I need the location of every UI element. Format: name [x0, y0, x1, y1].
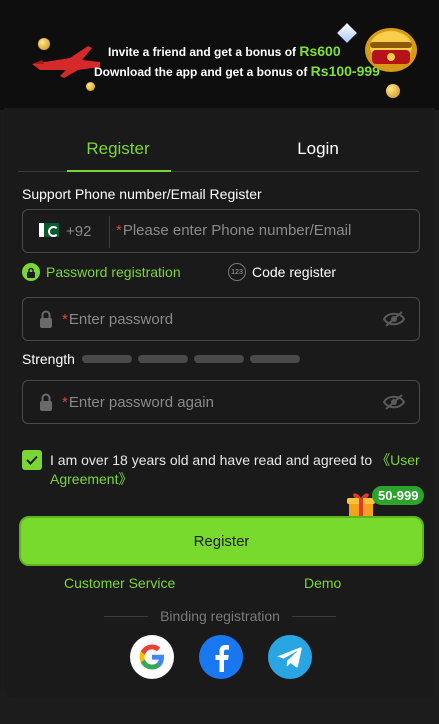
strength-bar — [250, 355, 300, 363]
treasure-chest-icon — [365, 28, 417, 72]
bonus-badge: 50-999 — [372, 486, 425, 505]
code-register-option[interactable]: 123 Code register — [228, 263, 336, 281]
google-login-button[interactable] — [130, 635, 174, 679]
promo-invite-text: Invite a friend and get a bonus of — [108, 45, 297, 59]
phone-email-input[interactable]: *Please enter Phone number/Email — [116, 222, 351, 239]
password-again-input[interactable]: *Enter password again — [62, 394, 214, 411]
promo-invite-amount: Rs600 — [299, 43, 341, 59]
code-register-label: Code register — [252, 264, 337, 280]
promo-download-text: Download the app and get a bonus of — [94, 65, 308, 79]
tab-active-indicator — [67, 170, 171, 172]
strength-bar — [138, 355, 188, 363]
facebook-icon — [215, 645, 229, 672]
number-123-icon: 123 — [228, 263, 246, 281]
password-placeholder: Enter password — [68, 311, 174, 328]
eye-off-icon[interactable] — [383, 310, 405, 328]
country-code[interactable]: +92 — [66, 223, 91, 240]
auth-tabs: Register Login — [18, 124, 419, 172]
registration-mode-row: Password registration 123 Code register — [22, 263, 420, 285]
password-field[interactable]: *Enter password — [22, 297, 420, 341]
register-button[interactable]: Register — [19, 516, 424, 566]
binding-registration-label: Binding registration — [160, 608, 280, 624]
facebook-login-button[interactable] — [199, 635, 243, 679]
gem-icon — [337, 23, 357, 43]
demo-link[interactable]: Demo — [304, 575, 341, 591]
section-title: Support Phone number/Email Register — [22, 186, 262, 202]
tab-login[interactable]: Login — [218, 124, 418, 171]
binding-registration-divider: Binding registration — [104, 608, 337, 624]
register-page: Invite a friend and get a bonus of Rs600… — [0, 0, 439, 724]
coin-icon — [386, 84, 400, 98]
telegram-login-button[interactable] — [268, 635, 312, 679]
customer-service-link[interactable]: Customer Service — [64, 575, 175, 591]
required-mark: * — [116, 222, 122, 239]
lock-icon — [22, 263, 40, 281]
tab-register[interactable]: Register — [18, 124, 218, 171]
phone-email-placeholder: Please enter Phone number/Email — [122, 222, 352, 239]
lock-icon — [40, 393, 52, 411]
agreement-label: I am over 18 years old and have read and… — [50, 452, 373, 468]
strength-bar — [194, 355, 244, 363]
lock-icon — [40, 310, 52, 328]
promo-invite: Invite a friend and get a bonus of Rs600 — [108, 43, 341, 59]
required-mark: * — [62, 394, 68, 411]
password-input[interactable]: *Enter password — [62, 311, 173, 328]
checkmark-icon — [26, 455, 38, 465]
divider-line — [104, 615, 149, 617]
password-strength: Strength — [22, 351, 306, 367]
eye-off-icon[interactable] — [383, 393, 405, 411]
promo-banner[interactable]: Invite a friend and get a bonus of Rs600… — [0, 0, 439, 110]
google-icon — [139, 644, 164, 670]
password-again-placeholder: Enter password again — [68, 394, 214, 411]
strength-bar — [82, 355, 132, 363]
promo-download: Download the app and get a bonus of Rs10… — [94, 63, 380, 79]
agreement-checkbox[interactable] — [22, 450, 42, 470]
password-registration-label: Password registration — [46, 264, 181, 280]
divider-line — [291, 615, 337, 617]
field-divider — [109, 216, 110, 248]
agreement-text: I am over 18 years old and have read and… — [50, 451, 422, 489]
password-again-field[interactable]: *Enter password again — [22, 380, 420, 424]
telegram-icon — [277, 647, 302, 668]
phone-email-field[interactable]: +92 *Please enter Phone number/Email — [22, 209, 420, 253]
required-mark: * — [62, 311, 68, 328]
strength-label: Strength — [22, 351, 75, 367]
coin-icon — [38, 38, 50, 50]
coin-icon — [86, 82, 95, 91]
pakistan-flag-icon[interactable] — [39, 223, 59, 237]
password-registration-option[interactable]: Password registration — [22, 263, 181, 281]
